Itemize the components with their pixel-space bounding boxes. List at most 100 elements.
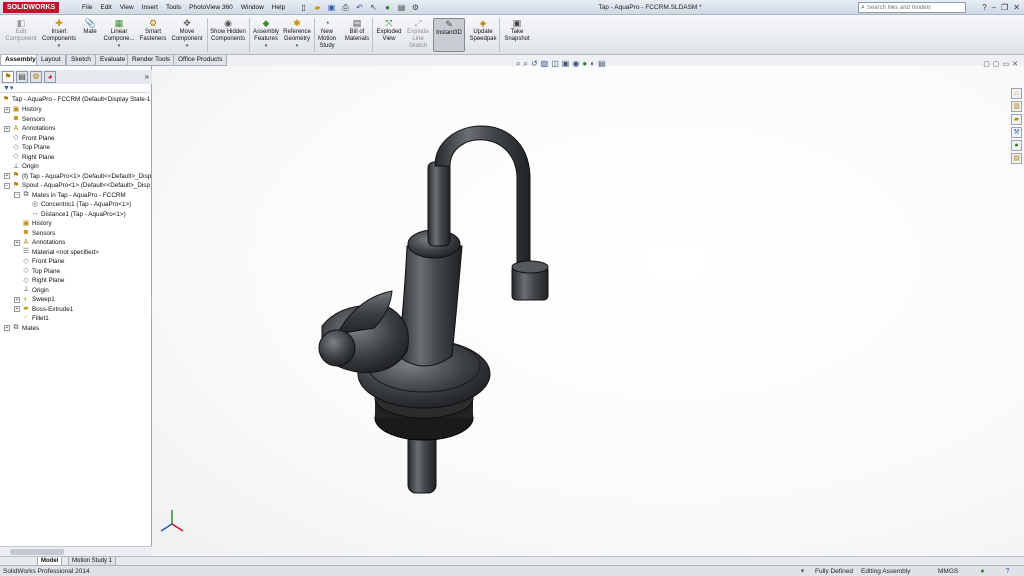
section-view-icon[interactable]: ▧ [541, 59, 549, 68]
rebuild-icon[interactable]: ● [382, 2, 393, 13]
tree-item-distance-mate[interactable]: ↔ Distance1 (Tap - AquaPro<1>) [31, 210, 126, 219]
tab-layout[interactable]: Layout [36, 55, 66, 66]
menu-window[interactable]: Window [237, 0, 268, 15]
tree-item-spout-origin[interactable]: ⊥ Origin [22, 286, 49, 295]
tree-item-annotations[interactable]: A Annotations [12, 124, 56, 133]
appearances-icon[interactable]: ● [1011, 140, 1022, 151]
tab-assembly[interactable]: Assembly [0, 55, 41, 66]
status-units[interactable]: MMGS [938, 566, 958, 576]
menu-edit[interactable]: Edit [96, 0, 115, 15]
expand-icon[interactable]: + [14, 297, 20, 303]
close-icon[interactable]: ✕ [1013, 2, 1020, 13]
configuration-tab-icon[interactable]: ⚙ [30, 71, 42, 83]
chevron-down-icon[interactable]: ▾ [251, 43, 281, 50]
menu-view[interactable]: View [116, 0, 138, 15]
apply-scene-icon[interactable]: ◐ [590, 59, 595, 68]
options-icon[interactable]: ⚙ [410, 2, 421, 13]
tree-item-spout-part[interactable]: ⚑ Spout - AquaPro<1> (Default<<Default>_… [12, 181, 150, 190]
expand-icon[interactable]: + [14, 240, 20, 246]
help-icon[interactable]: ? [982, 2, 986, 13]
graphics-area[interactable]: ⌕ ⌕ ↺ ▧ ◫ ▣ ◉ ● ◐ ▤ ▢ ▢ ▭ ✕ ⌂ ▥ ▰ ⚒ ● ▤ [152, 59, 1024, 556]
collapse-icon[interactable]: − [4, 183, 10, 189]
help-status-icon[interactable]: ? [1003, 567, 1012, 576]
scrollbar-thumb[interactable] [10, 549, 64, 555]
tree-item-boss-extrude[interactable]: ▰ Boss-Extrude1 [22, 305, 73, 314]
search-box[interactable]: ⌕ [858, 2, 966, 13]
tree-item-sweep[interactable]: ◐ Sweep1 [22, 295, 55, 304]
tree-item-spout-front-plane[interactable]: ◇ Front Plane [22, 257, 64, 266]
minimize-icon[interactable]: – [992, 2, 996, 13]
faucet-model[interactable] [152, 66, 1024, 556]
expand-icon[interactable]: + [4, 126, 10, 132]
tree-item-concentric-mate[interactable]: ◎ Concentric1 (Tap - AquaPro<1>) [31, 200, 131, 209]
view-palette-icon[interactable]: ⚒ [1011, 127, 1022, 138]
horizontal-scrollbar[interactable] [0, 546, 152, 556]
filter-icon[interactable]: ▼▾ [3, 84, 13, 92]
open-folder-icon[interactable]: ▰ [312, 2, 323, 13]
select-icon[interactable]: ↖ [368, 2, 379, 13]
viewport-tile-icon[interactable]: ▢ [993, 60, 1000, 68]
instant3d-button[interactable]: ✎ Instant3D [433, 18, 465, 52]
expand-icon[interactable]: + [14, 306, 20, 312]
edit-component-button[interactable]: ◧ Edit Component [4, 18, 38, 43]
view-orientation-icon[interactable]: ◫ [551, 59, 559, 68]
display-style-icon[interactable]: ▣ [562, 59, 570, 68]
tree-item-front-plane[interactable]: ◇ Front Plane [12, 134, 54, 143]
tree-item-top-plane[interactable]: ◇ Top Plane [12, 143, 50, 152]
chevron-down-icon[interactable]: ▾ [40, 43, 78, 50]
viewport-minimize-icon[interactable]: ▢ [983, 60, 990, 68]
tree-item-spout-annotations[interactable]: A Annotations [22, 238, 66, 247]
solidworks-resources-icon[interactable]: ⌂ [1011, 88, 1022, 99]
menu-help[interactable]: Help [268, 0, 289, 15]
bill-of-materials-button[interactable]: ▤ Bill of Materials [342, 18, 372, 43]
insert-components-button[interactable]: ✚ Insert Components ▾ [40, 18, 78, 50]
reference-geometry-button[interactable]: ✱ Reference Geometry ▾ [282, 18, 312, 50]
tab-evaluate[interactable]: Evaluate [95, 55, 131, 66]
tree-item-origin[interactable]: ⊥ Origin [12, 162, 39, 171]
viewport-restore-icon[interactable]: ▭ [1003, 60, 1010, 68]
file-explorer-icon[interactable]: ▰ [1011, 114, 1022, 125]
update-speedpak-button[interactable]: ◈ Update Speedpak [468, 18, 498, 43]
tree-item-tap-part[interactable]: ⚑ (f) Tap - AquaPro<1> (Default<<Default… [12, 172, 151, 181]
tree-item-mates[interactable]: ⧉ Mates [12, 324, 40, 333]
undo-icon[interactable]: ↶ [354, 2, 365, 13]
tree-root-assembly[interactable]: ⚑ Tap - AquaPro - FCCRM (Default<Display… [2, 95, 151, 104]
display-manager-tab-icon[interactable]: ◕ [44, 71, 56, 83]
linear-pattern-button[interactable]: ▦ Linear Compone... ▾ [102, 18, 136, 50]
tree-item-mates-in[interactable]: ⧉ Mates in Tap - AquaPro - FCCRM [22, 191, 126, 200]
tree-item-right-plane[interactable]: ◇ Right Plane [12, 153, 54, 162]
tab-sketch[interactable]: Sketch [66, 55, 96, 66]
move-component-button[interactable]: ✥ Move Component ▾ [170, 18, 204, 50]
save-icon[interactable]: ▣ [326, 2, 337, 13]
tree-item-spout-right-plane[interactable]: ◇ Right Plane [22, 276, 64, 285]
take-snapshot-button[interactable]: ▣ Take Snapshot [502, 18, 532, 43]
expand-icon[interactable]: + [4, 173, 10, 179]
view-settings-icon[interactable]: ▤ [598, 59, 606, 68]
explode-line-sketch-button[interactable]: ⤢ Explode Line Sketch [404, 18, 432, 50]
menu-file[interactable]: File [78, 0, 96, 15]
expand-icon[interactable]: + [4, 325, 10, 331]
tree-item-fillet[interactable]: ◜ Fillet1 [22, 314, 49, 323]
rebuild-status-icon[interactable]: ● [978, 567, 987, 576]
design-library-icon[interactable]: ▥ [1011, 101, 1022, 112]
tree-item-spout-top-plane[interactable]: ◇ Top Plane [22, 267, 60, 276]
tree-item-spout-material[interactable]: ☰ Material <not specified> [22, 248, 99, 257]
exploded-view-button[interactable]: ⤧ Exploded View [374, 18, 404, 43]
smart-fasteners-button[interactable]: ⚙ Smart Fasteners [138, 18, 168, 43]
menu-photoview[interactable]: PhotoView 360 [185, 0, 237, 15]
property-manager-tab-icon[interactable]: ▤ [16, 71, 28, 83]
tree-item-spout-sensors[interactable]: ◙ Sensors [22, 229, 55, 238]
feature-tree-tab-icon[interactable]: ⚑ [2, 71, 14, 83]
previous-view-icon[interactable]: ↺ [531, 59, 538, 68]
tree-item-history[interactable]: ▣ History [12, 105, 42, 114]
status-info-icon[interactable]: ▾ [798, 567, 807, 576]
print-icon[interactable]: ⎙ [340, 2, 351, 13]
expand-icon[interactable]: + [4, 107, 10, 113]
custom-properties-icon[interactable]: ▤ [1011, 153, 1022, 164]
tab-render-tools[interactable]: Render Tools [127, 55, 176, 66]
mate-button[interactable]: 📎 Mate [80, 18, 100, 36]
search-input[interactable] [866, 4, 947, 11]
zoom-to-fit-icon[interactable]: ⌕ [516, 59, 520, 68]
show-hidden-components-button[interactable]: ◉ Show Hidden Components [210, 18, 246, 43]
chevron-down-icon[interactable]: ▾ [170, 43, 204, 50]
